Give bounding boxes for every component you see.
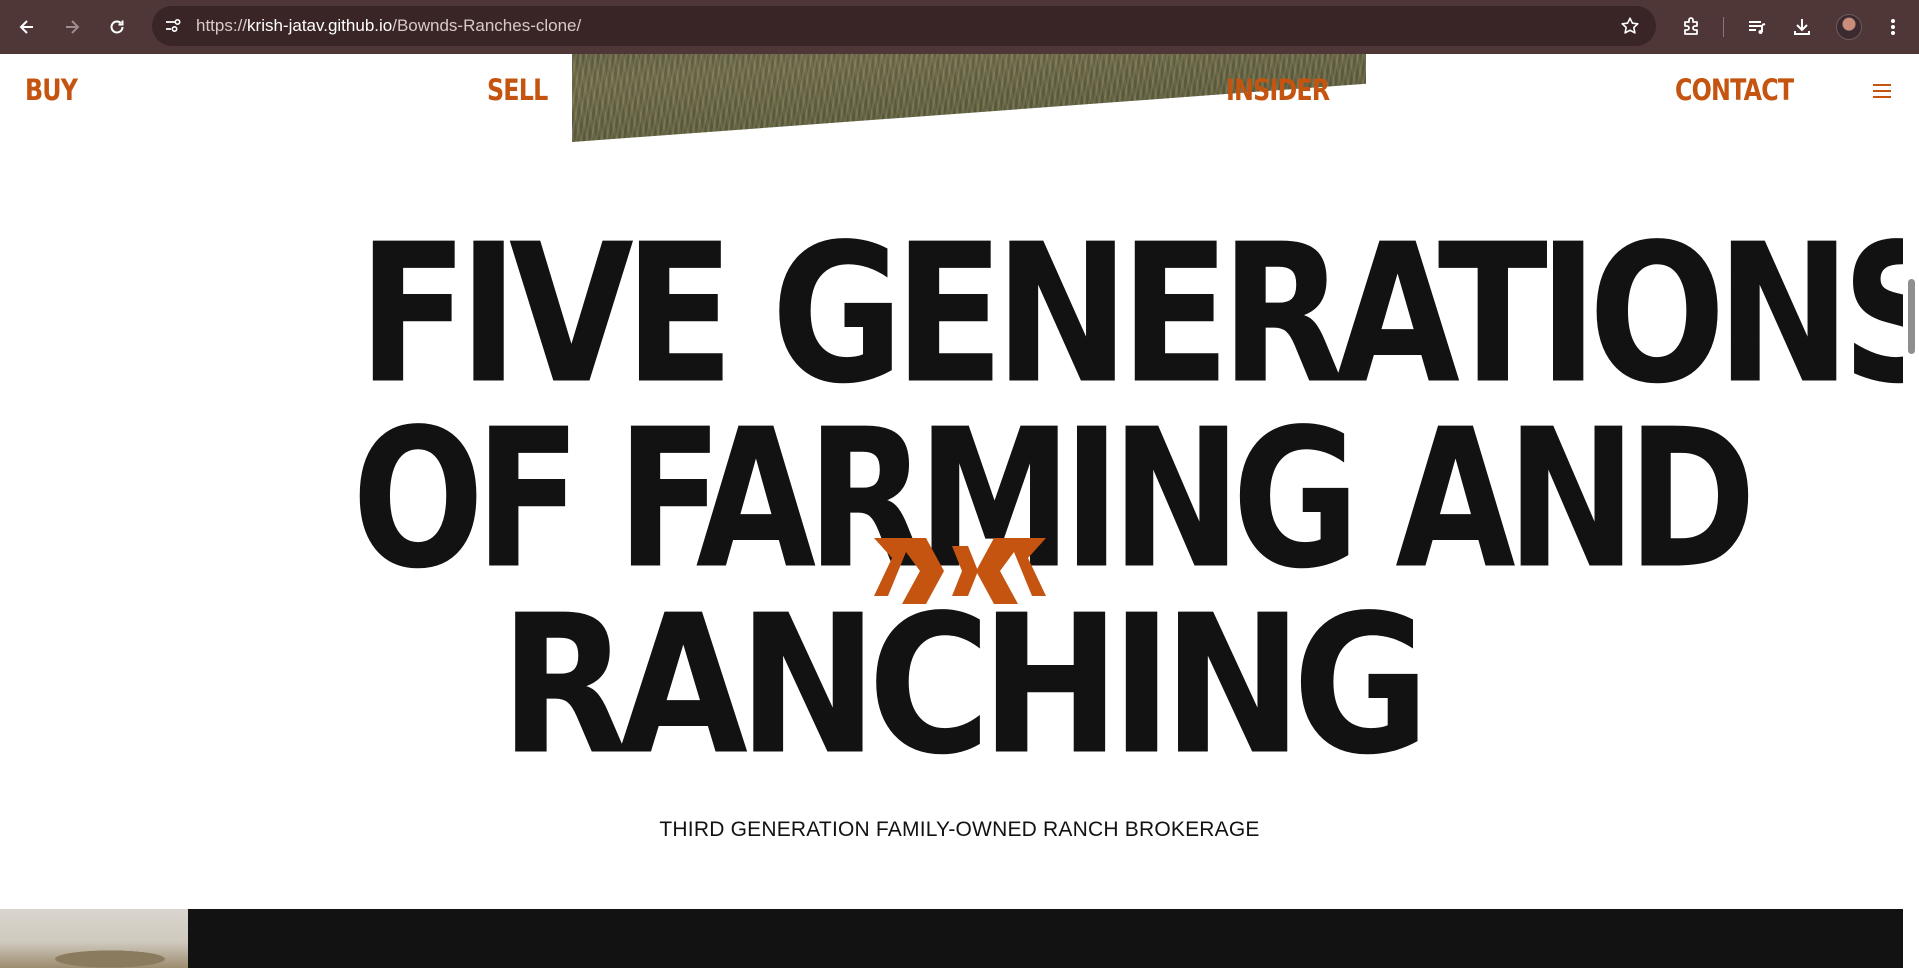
dark-section — [188, 909, 1903, 968]
star-icon[interactable] — [1618, 14, 1642, 38]
url-path: /Bownds-Ranches-clone/ — [392, 16, 582, 35]
url-text: https://krish-jatav.github.io/Bownds-Ran… — [196, 16, 581, 36]
bownds-logo-icon — [874, 538, 1046, 604]
headline-line-2-text: OF FARMING AND — [351, 388, 1756, 612]
browser-toolbar: https://krish-jatav.github.io/Bownds-Ran… — [0, 0, 1919, 54]
headline-line-3-text: RANCHING — [499, 574, 1429, 798]
address-bar[interactable]: https://krish-jatav.github.io/Bownds-Ran… — [152, 6, 1656, 46]
nav-contact-link[interactable]: CONTACT — [1675, 73, 1794, 107]
nav-sell-link[interactable]: SELL — [487, 73, 548, 107]
scrollbar-thumb[interactable] — [1908, 279, 1915, 354]
more-icon[interactable] — [1878, 12, 1908, 42]
url-scheme: https:// — [196, 16, 248, 35]
page-scrollbar[interactable] — [1903, 54, 1919, 968]
toolbar-divider — [1723, 17, 1724, 37]
download-icon[interactable] — [1787, 12, 1817, 42]
url-host: krish-jatav.github.io — [247, 16, 393, 35]
nav-insider-link[interactable]: INSIDER — [1226, 73, 1330, 107]
extensions-icon[interactable] — [1677, 12, 1707, 42]
media-icon[interactable] — [1742, 12, 1772, 42]
nav-buy-link[interactable]: BUY — [25, 73, 78, 107]
headline-line-1-text: FIVE GENERATIONS — [358, 203, 1903, 427]
avatar[interactable] — [1836, 14, 1862, 40]
hamburger-icon[interactable] — [1873, 84, 1891, 98]
hero-subtitle: THIRD GENERATION FAMILY-OWNED RANCH BROK… — [659, 818, 1260, 841]
headline-line-3: RANCHING — [0, 590, 1903, 824]
forward-icon[interactable] — [57, 12, 87, 42]
back-icon[interactable] — [12, 12, 42, 42]
landscape-photo — [0, 909, 188, 968]
page-content: BUY SELL INSIDER CONTACT FIVE GENERATION… — [0, 54, 1903, 968]
reload-icon[interactable] — [102, 12, 132, 42]
site-info-icon[interactable] — [158, 11, 188, 41]
